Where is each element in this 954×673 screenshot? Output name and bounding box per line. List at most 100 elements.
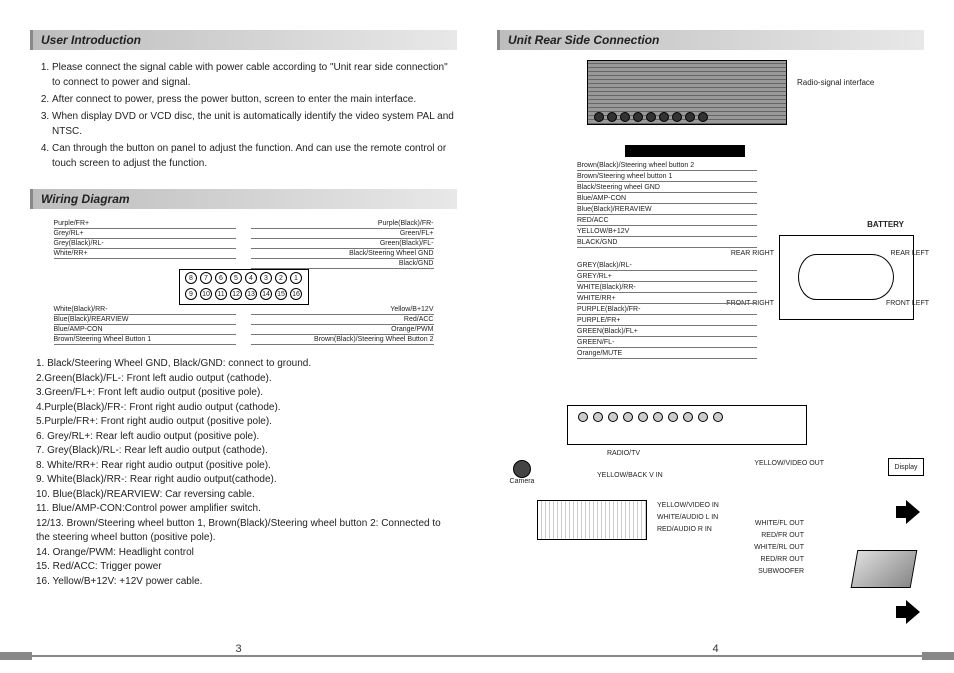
harness-wire: Black/Steering wheel GND — [577, 182, 757, 193]
wiring-note: 5.Purple/FR+: Front right audio output (… — [36, 415, 457, 430]
rca-out-label: WHITE/FL OUT — [755, 520, 804, 527]
port-icon — [620, 112, 630, 122]
rca-port-icon — [713, 412, 723, 422]
camera-icon — [513, 460, 531, 478]
page-footer: 3 4 — [0, 639, 954, 673]
wire-label: Grey/RL+ — [54, 229, 236, 239]
wiring-notes-list: 1. Black/Steering Wheel GND, Black/GND: … — [30, 357, 457, 589]
wiring-note: 9. White(Black)/RR-: Rear right audio ou… — [36, 473, 457, 488]
car-body-icon — [798, 254, 894, 300]
port-icon — [685, 112, 695, 122]
intro-item: Can through the button on panel to adjus… — [52, 141, 457, 171]
head-unit-ports — [594, 112, 780, 122]
wire-label: Grey(Black)/RL- — [54, 239, 236, 249]
wire-labels-top-right: Purple(Black)/FR- Green/FL+ Green(Black)… — [251, 219, 433, 269]
wire-label: Black/Steering Wheel GND — [251, 249, 433, 259]
pin: 2 — [275, 272, 287, 284]
rca-label: YELLOW/BACK V IN — [597, 472, 663, 479]
wiring-note: 3.Green/FL+: Front left audio output (po… — [36, 386, 457, 401]
camera-label: Camera — [510, 478, 535, 485]
harness-wire: Blue/AMP-CON — [577, 193, 757, 204]
harness-wire: Blue(Black)/RERAVIEW — [577, 204, 757, 215]
footer-right: 4 — [477, 639, 954, 673]
harness-b-list: GREY(Black)/RL- GREY/RL+ WHITE(Black)/RR… — [577, 260, 757, 359]
wire-label: Black/GND — [251, 259, 433, 269]
section-header-wiring-diagram: Wiring Diagram — [30, 189, 457, 209]
rca-port-icon — [608, 412, 618, 422]
radio-signal-label: Radio-signal interface — [797, 78, 874, 87]
wiring-note: 16. Yellow/B+12V: +12V power cable. — [36, 575, 457, 590]
pin: 7 — [200, 272, 212, 284]
port-icon — [607, 112, 617, 122]
speaker-label-rear-right: REAR RIGHT — [731, 250, 774, 257]
wire-label: White/RR+ — [54, 249, 236, 259]
page-number: 3 — [229, 643, 247, 655]
wiring-note: 10. Blue(Black)/REARVIEW: Car reversing … — [36, 488, 457, 503]
rca-port-icon — [578, 412, 588, 422]
pin: 11 — [215, 288, 227, 300]
harness-wire: GREEN/FL- — [577, 337, 757, 348]
pin: 3 — [260, 272, 272, 284]
wire-labels-top: Purple/FR+ Grey/RL+ Grey(Black)/RL- Whit… — [54, 219, 434, 269]
wiring-note: 1. Black/Steering Wheel GND, Black/GND: … — [36, 357, 457, 372]
pin: 1 — [290, 272, 302, 284]
pin: 12 — [230, 288, 242, 300]
wiring-note: 11. Blue/AMP-CON:Control power amplifier… — [36, 502, 457, 517]
rear-connection-schematic: Radio-signal interface Brown(Black)/Stee… — [497, 60, 924, 620]
wire-labels-top-left: Purple/FR+ Grey/RL+ Grey(Black)/RL- Whit… — [54, 219, 236, 269]
pin: 13 — [245, 288, 257, 300]
rca-port-icon — [698, 412, 708, 422]
wiring-diagram: Purple/FR+ Grey/RL+ Grey(Black)/RL- Whit… — [54, 219, 434, 345]
section-header-rear-connection: Unit Rear Side Connection — [497, 30, 924, 50]
speaker-label-front-left: FRONT LEFT — [886, 300, 929, 307]
wiring-note: 8. White/RR+: Rear right audio output (p… — [36, 459, 457, 474]
pin: 4 — [245, 272, 257, 284]
amplifier-icon — [851, 550, 918, 588]
harness-wire: PURPLE/FR+ — [577, 315, 757, 326]
harness-wire: GREY/RL+ — [577, 271, 757, 282]
pin-row-top: 8 7 6 5 4 3 2 1 — [180, 270, 308, 286]
harness-wire: Brown(Black)/Steering wheel button 2 — [577, 160, 757, 171]
wiring-note: 4.Purple(Black)/FR-: Front right audio o… — [36, 401, 457, 416]
intro-item: After connect to power, press the power … — [52, 92, 457, 107]
wire-labels-bottom-right: Yellow/B+12V Red/ACC Orange/PWM Brown(Bl… — [251, 305, 433, 345]
port-icon — [698, 112, 708, 122]
port-icon — [646, 112, 656, 122]
harness-wire: Brown/Steering wheel button 1 — [577, 171, 757, 182]
pin: 6 — [215, 272, 227, 284]
harness-wire: PURPLE(Black)/FR- — [577, 304, 757, 315]
intro-item: When display DVD or VCD disc, the unit i… — [52, 109, 457, 139]
wire-label: White(Black)/RR- — [54, 305, 236, 315]
display-box: Display — [888, 458, 924, 476]
footer-left: 3 — [0, 639, 477, 673]
rca-port-icon — [653, 412, 663, 422]
wire-label: Green(Black)/FL- — [251, 239, 433, 249]
pin: 8 — [185, 272, 197, 284]
wiring-note: 7. Grey(Black)/RL-: Rear left audio outp… — [36, 444, 457, 459]
rca-label: YELLOW/VIDEO IN — [657, 502, 719, 509]
wire-label: Brown(Black)/Steering Wheel Button 2 — [251, 335, 433, 345]
footer-rule — [477, 655, 954, 657]
harness-wire: RED/ACC — [577, 215, 757, 226]
speaker-icon — [896, 500, 924, 524]
page-left: User Introduction Please connect the sig… — [30, 30, 457, 620]
rca-out-label: RED/FR OUT — [761, 532, 804, 539]
rca-label: WHITE/AUDIO L IN — [657, 514, 718, 521]
wiring-note: 14. Orange/PWM: Headlight control — [36, 546, 457, 561]
rca-port-icon — [683, 412, 693, 422]
section-header-user-intro: User Introduction — [30, 30, 457, 50]
wiring-note: 2.Green(Black)/FL-: Front left audio out… — [36, 372, 457, 387]
rca-port-icon — [638, 412, 648, 422]
harness-wire: YELLOW/B+12V — [577, 226, 757, 237]
harness-a-list: Brown(Black)/Steering wheel button 2 Bro… — [577, 160, 757, 248]
wire-label: Blue(Black)/REARVIEW — [54, 315, 236, 325]
page-number: 4 — [706, 643, 724, 655]
page-right: Unit Rear Side Connection Radio-signal i… — [497, 30, 924, 620]
rca-port-icon — [623, 412, 633, 422]
head-unit-icon — [587, 60, 787, 125]
pin: 16 — [290, 288, 302, 300]
wire-label: Purple(Black)/FR- — [251, 219, 433, 229]
pin-row-bottom: 9 10 11 12 13 14 15 16 — [180, 286, 308, 302]
speaker-icon — [896, 600, 924, 624]
car-diagram — [779, 235, 914, 320]
